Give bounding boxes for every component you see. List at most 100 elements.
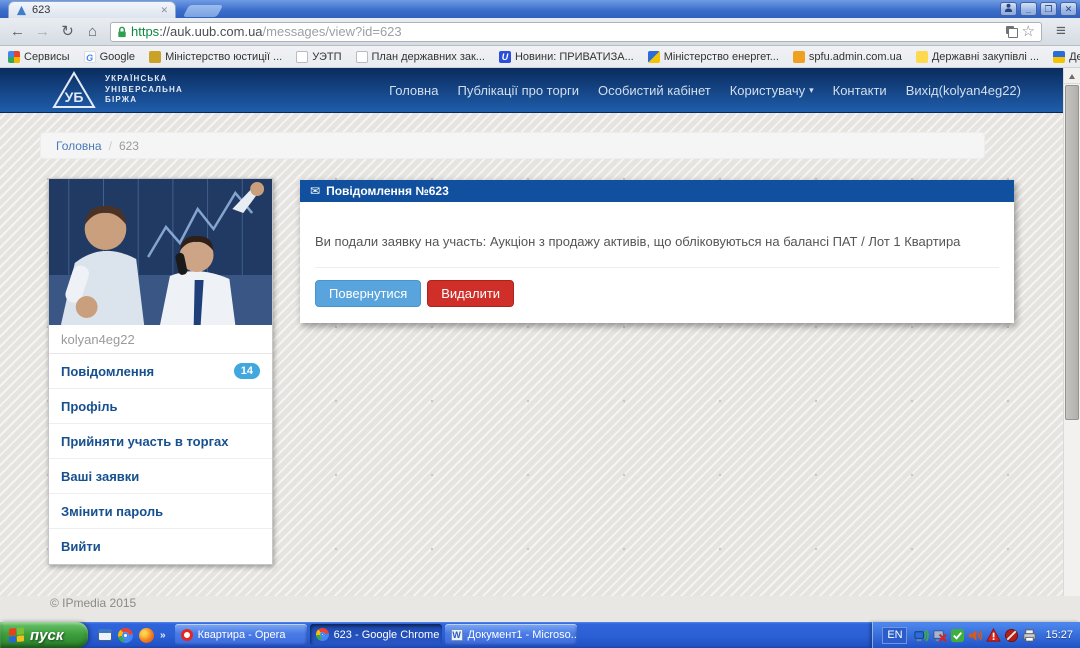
message-text: Ви подали заявку на участь: Аукціон з пр…	[315, 234, 999, 249]
nav-home[interactable]: Головна	[389, 83, 438, 98]
web-page: УБ УКРАЇНСЬКА УНІВЕРСАЛЬНА БІРЖА Головна…	[0, 68, 1080, 596]
bookmark-item[interactable]: УЭТП	[296, 51, 341, 63]
energy-ministry-icon	[648, 51, 660, 63]
quick-launch: »	[88, 622, 175, 648]
network-activity-icon[interactable]	[914, 628, 929, 643]
chrome-menu-icon[interactable]: ≡	[1047, 20, 1075, 44]
bookmark-item[interactable]: GGoogle	[84, 51, 135, 63]
sidebar-item-profile[interactable]: Профіль	[49, 389, 272, 424]
url-path: /messages/view?id=623	[263, 24, 402, 39]
sidebar-item-applications[interactable]: Ваші заявки	[49, 459, 272, 494]
message-panel-title: Повідомлення №623	[326, 184, 449, 198]
chevron-down-icon: ▾	[809, 85, 814, 96]
exchange-logo-icon: УБ	[52, 71, 96, 109]
firefox-icon[interactable]	[139, 628, 154, 643]
bookmark-item[interactable]: Міністерство юстиції ...	[149, 51, 282, 63]
google-icon: G	[84, 51, 96, 63]
taskbar-clock[interactable]: 15:27	[1045, 629, 1073, 641]
url-host: ://auk.uub.com.ua	[159, 24, 262, 39]
windows-logo-icon	[9, 627, 24, 642]
restore-button[interactable]: ❐	[1040, 2, 1057, 16]
delete-button[interactable]: Видалити	[427, 280, 514, 307]
taskbar-task-chrome[interactable]: 623 - Google Chrome	[310, 624, 442, 645]
printer-icon[interactable]	[1022, 628, 1037, 643]
page-icon	[296, 51, 308, 63]
back-icon[interactable]: ←	[5, 20, 30, 44]
translate-icon[interactable]	[1006, 26, 1018, 38]
nav-cabinet[interactable]: Особистий кабінет	[598, 83, 711, 98]
chrome-icon	[316, 628, 329, 641]
sidebar-item-logout[interactable]: Вийти	[49, 529, 272, 564]
language-indicator[interactable]: EN	[882, 627, 907, 644]
browser-window: 623 ✕ _ ❐ ✕ ← → ↻ ⌂ https://auk.uub.com.…	[0, 0, 1080, 622]
reload-icon[interactable]: ↻	[55, 20, 80, 44]
security-blocked-icon[interactable]	[1004, 628, 1019, 643]
breadcrumb-separator: /	[109, 139, 112, 153]
trident-icon	[916, 51, 928, 63]
bookmark-star-icon[interactable]: ☆	[1022, 23, 1035, 41]
chrome-icon[interactable]	[118, 628, 133, 643]
ukraine-flag-icon	[1053, 51, 1065, 63]
forward-icon[interactable]: →	[30, 20, 55, 44]
breadcrumb: Головна / 623	[40, 132, 985, 159]
envelope-icon: ✉	[310, 184, 320, 198]
bookmark-item[interactable]: UНовини: ПРИВАТИЗА...	[499, 51, 634, 63]
url-scheme: https	[131, 24, 159, 39]
minimize-button[interactable]: _	[1020, 2, 1037, 16]
nav-logout[interactable]: Вихід(kolyan4eg22)	[906, 83, 1021, 98]
nav-contacts[interactable]: Контакти	[833, 83, 887, 98]
nav-publications[interactable]: Публікації про торги	[457, 83, 578, 98]
taskbar: пуск » Квартира - Opera 623 - Google Chr…	[0, 622, 1080, 648]
scrollbar-thumb[interactable]	[1065, 85, 1079, 420]
page-scrollbar[interactable]	[1063, 68, 1080, 596]
messages-count-badge: 14	[234, 363, 260, 379]
nav-user-dropdown[interactable]: Користувачу▾	[730, 83, 814, 98]
quick-launch-overflow-icon[interactable]: »	[160, 630, 166, 641]
taskbar-task-word[interactable]: W Документ1 - Microso...	[445, 624, 577, 645]
site-logo[interactable]: УБ УКРАЇНСЬКА УНІВЕРСАЛЬНА БІРЖА	[52, 71, 183, 109]
tab-close-icon[interactable]: ✕	[160, 5, 168, 16]
apps-grid-icon	[8, 51, 20, 63]
show-desktop-icon[interactable]	[98, 629, 112, 641]
message-panel: ✉ Повідомлення №623 Ви подали заявку на …	[300, 180, 1014, 323]
opera-icon	[181, 629, 193, 641]
bookmark-item[interactable]: Державне космічне а...	[1053, 51, 1080, 63]
sidebar-item-messages[interactable]: Повідомлення 14	[49, 354, 272, 389]
sidebar-item-change-password[interactable]: Змінити пароль	[49, 494, 272, 529]
tab-title: 623	[32, 4, 155, 16]
bookmark-item[interactable]: spfu.admin.com.ua	[793, 51, 902, 63]
scales-icon	[149, 51, 161, 63]
start-button[interactable]: пуск	[0, 622, 88, 648]
volume-icon[interactable]	[968, 628, 983, 643]
site-footer: © IPmedia 2015	[50, 596, 136, 610]
bookmark-item[interactable]: Міністерство енергет...	[648, 51, 779, 63]
breadcrumb-current: 623	[119, 139, 139, 153]
shield-check-icon[interactable]	[950, 628, 965, 643]
user-switch-button[interactable]	[1000, 2, 1017, 16]
back-button[interactable]: Повернутися	[315, 280, 421, 307]
scroll-up-icon[interactable]	[1064, 68, 1080, 84]
titlebar: 623 ✕ _ ❐ ✕	[0, 0, 1080, 18]
address-bar[interactable]: https://auk.uub.com.ua/messages/view?id=…	[110, 22, 1042, 42]
close-button[interactable]: ✕	[1060, 2, 1077, 16]
spfu-icon	[793, 51, 805, 63]
browser-tab[interactable]: 623 ✕	[8, 1, 176, 18]
home-icon[interactable]: ⌂	[80, 20, 105, 44]
lock-icon	[117, 26, 127, 38]
message-panel-header: ✉ Повідомлення №623	[300, 180, 1014, 202]
bookmark-item[interactable]: Сервисы	[8, 51, 70, 63]
sidebar-item-participate[interactable]: Прийняти участь в торгах	[49, 424, 272, 459]
network-error-icon[interactable]	[932, 628, 947, 643]
bookmarks-bar: Сервисы GGoogle Міністерство юстиції ...…	[0, 46, 1080, 68]
new-tab-button[interactable]	[183, 5, 223, 17]
page-icon	[356, 51, 368, 63]
logo-text: УКРАЇНСЬКА УНІВЕРСАЛЬНА БІРЖА	[105, 74, 183, 105]
bookmark-item[interactable]: Державні закупівлі ...	[916, 51, 1039, 63]
taskbar-task-opera[interactable]: Квартира - Opera	[175, 624, 307, 645]
breadcrumb-home-link[interactable]: Головна	[56, 139, 102, 153]
sidebar: kolyan4eg22 Повідомлення 14 Профіль Прий…	[48, 178, 273, 565]
bookmark-item[interactable]: План державних зак...	[356, 51, 485, 63]
url-text: https://auk.uub.com.ua/messages/view?id=…	[131, 24, 1002, 39]
warning-icon[interactable]	[986, 628, 1001, 643]
user-icon	[1004, 3, 1013, 12]
